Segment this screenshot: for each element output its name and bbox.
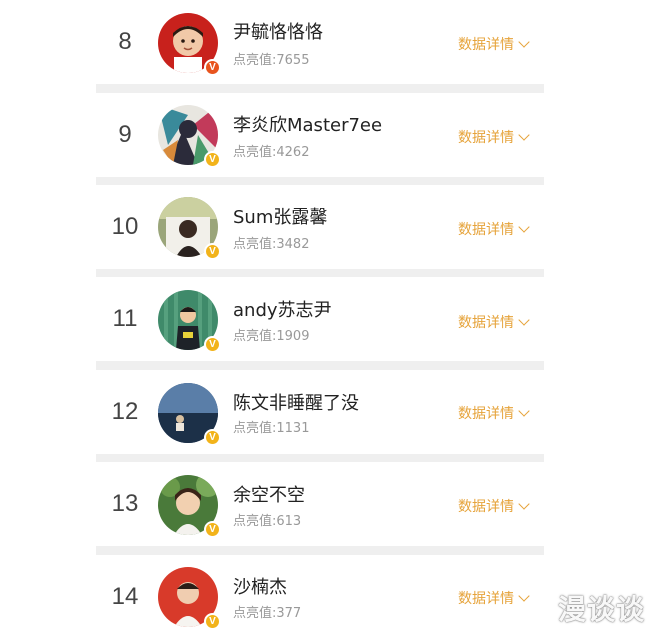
- rank-number: 10: [111, 213, 139, 240]
- data-detail-label: 数据详情: [458, 499, 514, 515]
- score-value: 点亮值:377: [233, 606, 302, 621]
- rank-number: 13: [111, 490, 139, 517]
- chevron-down-icon: [518, 313, 530, 326]
- data-detail-button[interactable]: 数据详情: [458, 403, 530, 423]
- data-detail-label: 数据详情: [458, 37, 514, 53]
- user-name[interactable]: 尹毓恪恪恪: [233, 18, 323, 44]
- user-name[interactable]: andy苏志尹: [233, 296, 332, 322]
- chevron-down-icon: [518, 128, 530, 141]
- data-detail-button[interactable]: 数据详情: [458, 127, 530, 147]
- ranking-row[interactable]: 8 V 尹毓恪恪恪 点亮值:7655 数据详情: [96, 0, 544, 84]
- verified-badge-icon: V: [204, 59, 221, 76]
- leaderboard-page: 8 V 尹毓恪恪恪 点亮值:7655 数据详情 9 V 李炎欣Master7ee…: [0, 0, 651, 632]
- rank-number: 8: [118, 28, 132, 55]
- data-detail-button[interactable]: 数据详情: [458, 219, 530, 239]
- avatar[interactable]: V: [158, 197, 221, 260]
- ranking-list: 8 V 尹毓恪恪恪 点亮值:7655 数据详情 9 V 李炎欣Master7ee…: [96, 0, 544, 632]
- verified-badge-icon: V: [204, 613, 221, 630]
- data-detail-label: 数据详情: [458, 130, 514, 146]
- chevron-down-icon: [518, 497, 530, 510]
- user-name[interactable]: 陈文非睡醒了没: [233, 389, 359, 415]
- data-detail-button[interactable]: 数据详情: [458, 34, 530, 54]
- verified-badge-icon: V: [204, 336, 221, 353]
- ranking-row[interactable]: 14 V 沙楠杰 点亮值:377 数据详情: [96, 555, 544, 632]
- score-value: 点亮值:4262: [233, 145, 310, 160]
- data-detail-button[interactable]: 数据详情: [458, 496, 530, 516]
- avatar[interactable]: V: [158, 13, 221, 76]
- user-name[interactable]: 余空不空: [233, 481, 305, 507]
- avatar[interactable]: V: [158, 475, 221, 538]
- score-value: 点亮值:7655: [233, 53, 310, 68]
- score-value: 点亮值:613: [233, 514, 302, 529]
- ranking-row[interactable]: 10 V Sum张露馨 点亮值:3482 数据详情: [96, 185, 544, 269]
- data-detail-label: 数据详情: [458, 406, 514, 422]
- score-value: 点亮值:1909: [233, 329, 310, 344]
- watermark: 漫谈谈: [557, 593, 645, 626]
- avatar[interactable]: V: [158, 105, 221, 168]
- rank-number: 12: [111, 398, 139, 425]
- data-detail-label: 数据详情: [458, 591, 514, 607]
- data-detail-label: 数据详情: [458, 222, 514, 238]
- user-name[interactable]: Sum张露馨: [233, 203, 327, 229]
- verified-badge-icon: V: [204, 243, 221, 260]
- verified-badge-icon: V: [204, 429, 221, 446]
- avatar[interactable]: V: [158, 567, 221, 630]
- data-detail-button[interactable]: 数据详情: [458, 588, 530, 608]
- score-value: 点亮值:3482: [233, 237, 310, 252]
- verified-badge-icon: V: [204, 521, 221, 538]
- score-value: 点亮值:1131: [233, 421, 310, 436]
- avatar[interactable]: V: [158, 383, 221, 446]
- ranking-row[interactable]: 9 V 李炎欣Master7ee 点亮值:4262 数据详情: [96, 93, 544, 177]
- verified-badge-icon: V: [204, 151, 221, 168]
- rank-number: 14: [111, 583, 139, 610]
- user-name[interactable]: 沙楠杰: [233, 573, 287, 599]
- data-detail-label: 数据详情: [458, 315, 514, 331]
- data-detail-button[interactable]: 数据详情: [458, 312, 530, 332]
- ranking-row[interactable]: 11 V andy苏志尹 点亮值:1909 数据详情: [96, 277, 544, 361]
- chevron-down-icon: [518, 220, 530, 233]
- avatar[interactable]: V: [158, 290, 221, 353]
- ranking-row[interactable]: 13 V 余空不空 点亮值:613 数据详情: [96, 462, 544, 546]
- ranking-row[interactable]: 12 V 陈文非睡醒了没 点亮值:1131 数据详情: [96, 370, 544, 454]
- chevron-down-icon: [518, 589, 530, 602]
- rank-number: 11: [112, 305, 138, 332]
- chevron-down-icon: [518, 35, 530, 48]
- user-name[interactable]: 李炎欣Master7ee: [233, 111, 382, 137]
- chevron-down-icon: [518, 404, 530, 417]
- rank-number: 9: [118, 121, 132, 148]
